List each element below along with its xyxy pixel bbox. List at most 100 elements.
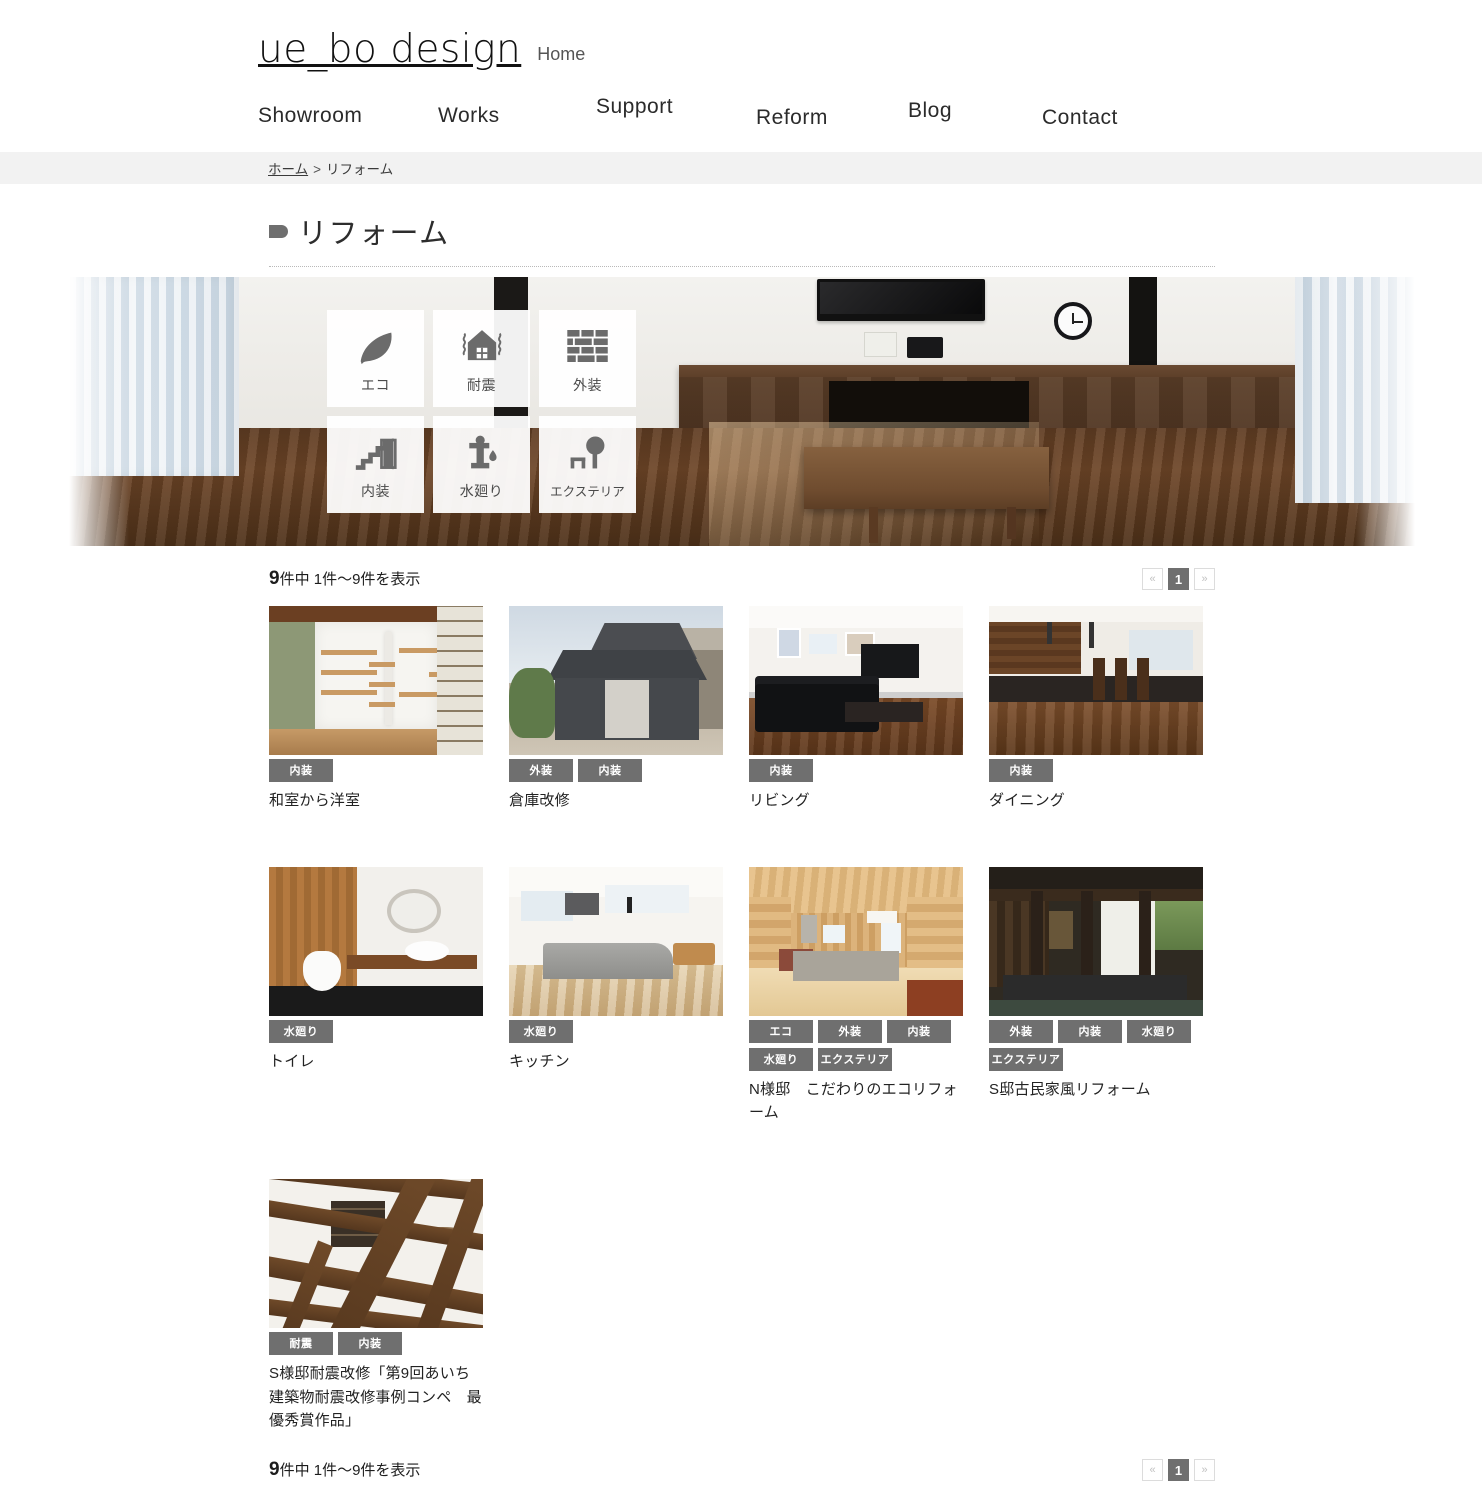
stairs-door-icon [353,429,399,475]
result-bar-bottom: 9件中 1件〜9件を表示 « 1 » [269,1455,1215,1485]
hero-banner: エコ 耐震 外装 内装 水廻り エクステリア [69,277,1415,546]
tag[interactable]: 外装 [989,1019,1053,1043]
nav-item-reform[interactable]: Reform [756,104,908,130]
reform-card[interactable]: 水廻り トイレ [269,866,483,1125]
result-count-number: 9 [269,568,280,589]
main-navigation: Showroom Works Support Reform Blog Conta… [258,95,1258,130]
category-label: 水廻り [459,482,504,499]
reform-card[interactable]: 外装 内装 倉庫改修 [509,606,723,813]
category-tile-water[interactable]: 水廻り [433,416,530,513]
warehouse-exterior-photo[interactable] [509,606,723,755]
nav-link-support[interactable]: Support [596,95,756,119]
hero-tv [817,279,985,321]
tag[interactable]: 内装 [749,759,813,782]
category-tile-exterior-wall[interactable]: 外装 [539,310,636,407]
hero-photo [69,277,1415,546]
pagination-page-1[interactable]: 1 [1168,568,1189,590]
nav-item-works[interactable]: Works [438,104,596,128]
toilet-photo[interactable] [269,866,483,1016]
breadcrumb: ホーム > リフォーム [268,158,393,178]
reform-card-title[interactable]: リビング [749,789,963,813]
tag[interactable]: 水廻り [269,1019,333,1043]
tag[interactable]: 内装 [338,1332,402,1356]
category-tile-exterior[interactable]: エクステリア [539,416,636,513]
tag-list: エコ 外装 内装 水廻り エクステリア [749,1019,963,1071]
reform-card-title[interactable]: ダイニング [989,789,1203,813]
reform-card[interactable]: 内装 和室から洋室 [269,606,483,813]
breadcrumb-bar: ホーム > リフォーム [0,152,1482,184]
reform-card-title[interactable]: 和室から洋室 [269,789,483,813]
brand-row: ue_bo design Home [258,30,585,69]
nav-item-blog[interactable]: Blog [908,99,1042,128]
living-room-photo[interactable] [749,606,963,755]
tag[interactable]: 水廻り [1127,1019,1191,1043]
result-count-top: 9件中 1件〜9件を表示 [269,568,420,590]
closet-shelves-photo[interactable] [269,606,483,755]
pagination-prev[interactable]: « [1142,1459,1163,1482]
reform-card[interactable]: エコ 外装 内装 水廻り エクステリア N様邸 こだわりのエコリフォーム [749,866,963,1125]
tag[interactable]: エクステリア [989,1047,1063,1071]
pagination-bottom: « 1 » [1142,1459,1215,1482]
nav-link-blog[interactable]: Blog [908,99,1042,123]
nav-link-works[interactable]: Works [438,104,596,128]
reform-card-title[interactable]: N様邸 こだわりのエコリフォーム [749,1078,963,1125]
tag[interactable]: 内装 [887,1019,951,1043]
breadcrumb-separator: > [313,162,321,177]
hero-clock [1054,302,1092,340]
reform-card-title[interactable]: S邸古民家風リフォーム [989,1078,1203,1102]
site-logo[interactable]: ue_bo design [258,30,521,69]
brick-wall-icon [565,323,611,369]
tag[interactable]: 外装 [818,1019,882,1043]
reform-card[interactable]: 耐震 内装 S様邸耐震改修「第9回あいち建築物耐震改修事例コンペ 最優秀賞作品」 [269,1179,483,1433]
reform-card[interactable]: 内装 ダイニング [989,606,1203,813]
ceiling-beams-photo[interactable] [269,1179,483,1329]
nav-link-showroom[interactable]: Showroom [258,104,438,128]
tag[interactable]: 内装 [1058,1019,1122,1043]
tag[interactable]: 水廻り [509,1019,573,1043]
tag[interactable]: エクステリア [818,1047,892,1071]
tag-list: 水廻り [269,1019,483,1043]
tree-fence-icon [565,429,611,475]
category-label: 耐震 [467,376,496,393]
tag[interactable]: 水廻り [749,1047,813,1071]
home-link[interactable]: Home [537,44,585,69]
reform-card[interactable]: 外装 内装 水廻り エクステリア S邸古民家風リフォーム [989,866,1203,1125]
tag-list: 内装 [269,759,483,782]
nav-link-contact[interactable]: Contact [1042,106,1182,130]
category-label: 外装 [573,376,602,393]
result-count-suffix: 件中 1件〜9件を表示 [279,1462,421,1480]
category-tile-quake[interactable]: 耐震 [433,310,530,407]
reform-card-title[interactable]: キッチン [509,1050,723,1074]
kitchen-photo[interactable] [509,866,723,1016]
tag[interactable]: エコ [749,1019,813,1043]
nav-item-contact[interactable]: Contact [1042,104,1182,130]
category-tiles: エコ 耐震 外装 内装 水廻り エクステリア [327,310,636,513]
tag[interactable]: 耐震 [269,1332,333,1356]
nav-item-support[interactable]: Support [596,95,756,128]
pagination-page-1[interactable]: 1 [1168,1459,1189,1482]
category-tile-interior[interactable]: 内装 [327,416,424,513]
bullet-icon [269,224,288,238]
category-tile-eco[interactable]: エコ [327,310,424,407]
reform-card-title[interactable]: S様邸耐震改修「第9回あいち建築物耐震改修事例コンペ 最優秀賞作品」 [269,1362,483,1433]
nav-link-reform[interactable]: Reform [756,106,908,130]
tag[interactable]: 外装 [509,759,573,782]
dining-room-photo[interactable] [989,606,1203,755]
site-header: ue_bo design Home Showroom Works Support… [0,0,1482,152]
reform-card-title[interactable]: トイレ [269,1050,483,1074]
reform-card[interactable]: 内装 リビング [749,606,963,813]
reform-card[interactable]: 水廻り キッチン [509,866,723,1125]
tag[interactable]: 内装 [269,759,333,782]
nav-item-showroom[interactable]: Showroom [258,104,438,128]
pagination-next[interactable]: » [1194,1459,1215,1482]
page-content: リフォーム エコ 耐震 外装 内装 水廻り エクステリア 9件中 1件〜9件を表… [69,210,1415,1485]
tag[interactable]: 内装 [578,759,642,782]
tag-list: 外装 内装 [509,759,723,782]
tag[interactable]: 内装 [989,759,1053,782]
reform-card-title[interactable]: 倉庫改修 [509,789,723,813]
wood-interior-photo[interactable] [749,866,963,1016]
pagination-next[interactable]: » [1194,568,1215,590]
pagination-prev[interactable]: « [1142,568,1163,590]
breadcrumb-home-link[interactable]: ホーム [268,162,308,177]
old-house-exterior-photo[interactable] [989,866,1203,1016]
